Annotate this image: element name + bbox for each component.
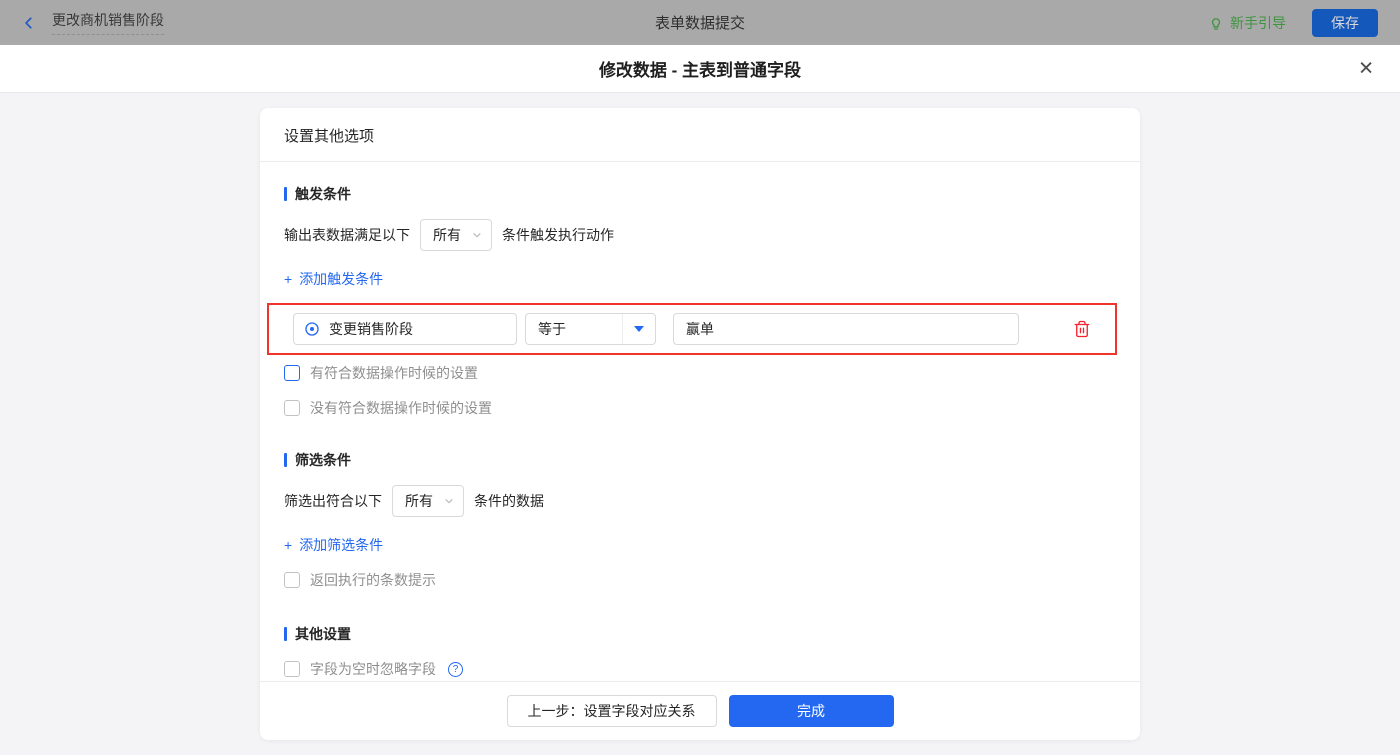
- condition-operator-value: 等于: [538, 321, 566, 337]
- return-count-checkbox[interactable]: [284, 572, 300, 588]
- back-button[interactable]: 更改商机销售阶段: [22, 10, 164, 35]
- filter-match-row: 筛选出符合以下 所有 条件的数据: [284, 485, 1116, 517]
- chevron-left-icon: [25, 16, 32, 29]
- done-button[interactable]: 完成: [728, 695, 894, 727]
- options-card: 设置其他选项 触发条件 输出表数据满足以下 所有 条件触发执行动作 + 添加触发…: [260, 108, 1140, 740]
- trigger-match-row: 输出表数据满足以下 所有 条件触发执行动作: [284, 219, 1116, 251]
- plus-icon: +: [284, 271, 293, 287]
- page-title: 表单数据提交: [654, 15, 746, 32]
- filter-match-select-value: 所有: [405, 493, 433, 509]
- modal-header: 修改数据 - 主表到普通字段 ✕: [0, 45, 1400, 93]
- trigger-section-label: 触发条件: [295, 186, 351, 202]
- beginner-guide-label: 新手引导: [1230, 14, 1286, 31]
- chevron-down-icon: [473, 233, 481, 238]
- has-matching-data-label: 有符合数据操作时候的设置: [310, 365, 478, 381]
- other-section-title: 其他设置: [284, 624, 1116, 644]
- card-header-title: 设置其他选项: [260, 108, 1140, 162]
- save-button[interactable]: 保存: [1312, 8, 1378, 37]
- condition-value-input[interactable]: 赢单: [673, 313, 1019, 345]
- chevron-down-icon: [445, 499, 453, 504]
- return-count-label: 返回执行的条数提示: [310, 572, 436, 588]
- filter-match-suffix: 条件的数据: [474, 493, 544, 509]
- ignore-empty-field-checkbox[interactable]: [284, 661, 300, 677]
- trigger-match-suffix: 条件触发执行动作: [502, 227, 614, 243]
- has-matching-data-option: 有符合数据操作时候的设置: [284, 363, 1116, 383]
- condition-field-select[interactable]: 变更销售阶段: [293, 313, 517, 345]
- trigger-section-title: 触发条件: [284, 184, 1116, 204]
- card-body: 触发条件 输出表数据满足以下 所有 条件触发执行动作 + 添加触发条件 变更销售…: [260, 162, 1140, 681]
- plus-icon: +: [284, 537, 293, 553]
- ignore-empty-field-label: 字段为空时忽略字段: [310, 661, 436, 677]
- beginner-guide-link[interactable]: 新手引导: [1208, 13, 1286, 33]
- trigger-match-select[interactable]: 所有: [420, 219, 492, 251]
- topbar: 更改商机销售阶段 表单数据提交 新手引导 保存: [0, 0, 1400, 45]
- close-icon[interactable]: ✕: [1358, 59, 1374, 78]
- card-footer: 上一步：设置字段对应关系 完成: [260, 681, 1140, 740]
- help-icon[interactable]: ?: [448, 661, 463, 677]
- trigger-condition-row: 变更销售阶段 等于 赢单: [267, 303, 1117, 355]
- filter-match-select[interactable]: 所有: [392, 485, 464, 517]
- ignore-empty-field-option: 字段为空时忽略字段 ?: [284, 659, 1116, 679]
- section-accent-bar: [284, 453, 287, 467]
- previous-step-button[interactable]: 上一步：设置字段对应关系: [506, 695, 717, 727]
- modal-body: 设置其他选项 触发条件 输出表数据满足以下 所有 条件触发执行动作 + 添加触发…: [0, 93, 1400, 755]
- radio-field-type-icon: [305, 322, 319, 336]
- section-accent-bar: [284, 187, 287, 201]
- operator-caret-zone: [622, 314, 655, 344]
- trigger-match-select-value: 所有: [433, 227, 461, 243]
- has-matching-data-checkbox[interactable]: [284, 365, 300, 381]
- topbar-actions: 新手引导 保存: [1208, 8, 1378, 37]
- return-count-option: 返回执行的条数提示: [284, 570, 1116, 590]
- add-trigger-condition-label: 添加触发条件: [299, 271, 384, 287]
- trigger-match-prefix: 输出表数据满足以下: [284, 227, 410, 243]
- add-trigger-condition-link[interactable]: + 添加触发条件: [284, 269, 383, 289]
- flow-name[interactable]: 更改商机销售阶段: [52, 10, 164, 35]
- add-filter-condition-link[interactable]: + 添加筛选条件: [284, 535, 383, 555]
- modal-title: 修改数据 - 主表到普通字段: [598, 61, 802, 80]
- caret-down-icon: [634, 326, 644, 332]
- no-matching-data-label: 没有符合数据操作时候的设置: [310, 400, 492, 416]
- no-matching-data-option: 没有符合数据操作时候的设置: [284, 398, 1116, 418]
- other-section-label: 其他设置: [295, 626, 351, 642]
- condition-field-value: 变更销售阶段: [329, 321, 413, 337]
- add-filter-condition-label: 添加筛选条件: [299, 537, 384, 553]
- filter-match-prefix: 筛选出符合以下: [284, 493, 382, 509]
- no-matching-data-checkbox[interactable]: [284, 400, 300, 416]
- lightbulb-icon: [1211, 17, 1221, 30]
- filter-section-label: 筛选条件: [295, 452, 351, 468]
- condition-operator-select[interactable]: 等于: [525, 313, 656, 345]
- filter-section-title: 筛选条件: [284, 450, 1116, 470]
- section-accent-bar: [284, 627, 287, 641]
- delete-condition-icon[interactable]: [1073, 320, 1091, 338]
